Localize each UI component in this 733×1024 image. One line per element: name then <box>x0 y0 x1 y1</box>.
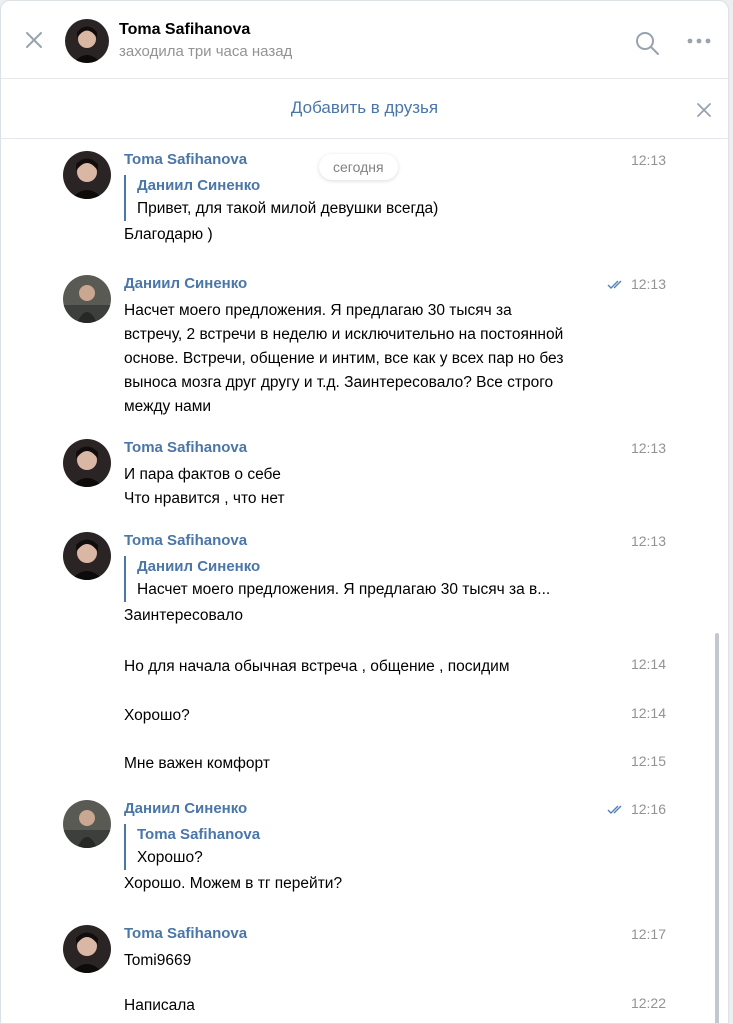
message-body: Даниил Синенко Привет, для такой милой д… <box>124 175 594 247</box>
author-name[interactable]: Даниил Синенко <box>124 800 247 817</box>
message-time: 12:13 <box>630 152 666 168</box>
message-time: 12:16 <box>607 801 666 818</box>
close-icon[interactable] <box>23 29 45 51</box>
chat-window: Toma Safihanova заходила три часа назад … <box>0 0 729 1024</box>
message-body: Даниил Синенко Насчет моего предложения.… <box>124 556 594 628</box>
message-text: Заинтересовало <box>124 607 244 624</box>
message-text: Написала <box>124 997 195 1014</box>
quote-author: Toma Safihanova <box>137 826 261 843</box>
message-time: 12:13 <box>630 440 666 456</box>
add-friend-button[interactable]: Добавить в друзья <box>1 98 728 118</box>
message-line: И пара фактов о себе <box>124 466 281 483</box>
author-avatar[interactable] <box>63 439 111 487</box>
message-text: Но для начала обычная встреча , общение … <box>124 658 510 675</box>
author-avatar[interactable] <box>63 532 111 580</box>
message-text: Насчет моего предложения. Я предлагаю 30… <box>124 302 564 415</box>
message-body: Насчет моего предложения. Я предлагаю 30… <box>124 299 564 419</box>
message-time: 12:14 <box>630 705 666 721</box>
more-icon[interactable] <box>685 34 713 48</box>
message-time: 12:17 <box>630 926 666 942</box>
contact-name[interactable]: Toma Safihanova <box>119 21 250 39</box>
message-text: Хорошо. Можем в тг перейти? <box>124 875 343 892</box>
chat-header: Toma Safihanova заходила три часа назад <box>1 1 728 79</box>
quote-text: Насчет моего предложения. Я предлагаю 30… <box>137 581 551 598</box>
message-text: Благодарю ) <box>124 226 213 243</box>
message-time-text: 12:13 <box>630 276 666 292</box>
quote-author: Даниил Синенко <box>137 558 261 575</box>
message-time: 12:22 <box>630 995 666 1011</box>
reply-quote[interactable]: Даниил Синенко Привет, для такой милой д… <box>124 175 594 221</box>
search-icon[interactable] <box>633 29 661 57</box>
author-avatar[interactable] <box>63 800 111 848</box>
message-text: Tomi9669 <box>124 952 192 969</box>
message-body: И пара фактов о себе Что нравится , что … <box>124 463 594 511</box>
author-name[interactable]: Даниил Синенко <box>124 275 247 292</box>
scrollbar[interactable] <box>715 633 719 1023</box>
contact-status: заходила три часа назад <box>119 43 293 60</box>
read-ticks-icon <box>607 802 627 818</box>
author-name[interactable]: Toma Safihanova <box>124 439 247 456</box>
message-time: 12:13 <box>607 276 666 293</box>
reply-quote[interactable]: Toma Safihanova Хорошо? <box>124 824 594 870</box>
contact-avatar[interactable] <box>65 19 109 63</box>
friend-request-bar: Добавить в друзья <box>1 79 728 139</box>
message-body: Tomi9669 <box>124 949 594 973</box>
author-name[interactable]: Toma Safihanova <box>124 151 247 168</box>
author-avatar[interactable] <box>63 151 111 199</box>
message-time: 12:14 <box>630 656 666 672</box>
author-avatar[interactable] <box>63 275 111 323</box>
author-name[interactable]: Toma Safihanova <box>124 925 247 942</box>
reply-quote[interactable]: Даниил Синенко Насчет моего предложения.… <box>124 556 594 602</box>
read-ticks-icon <box>607 277 627 293</box>
message-text: Хорошо? <box>124 707 190 724</box>
quote-text: Привет, для такой милой девушки всегда) <box>137 200 439 217</box>
message-time-text: 12:16 <box>630 801 666 817</box>
message-body: Toma Safihanova Хорошо? Хорошо. Можем в … <box>124 824 594 896</box>
message-time: 12:15 <box>630 753 666 769</box>
message-history: Toma Safihanova 12:13 Даниил Синенко При… <box>1 140 728 1023</box>
message-time: 12:13 <box>630 533 666 549</box>
author-name[interactable]: Toma Safihanova <box>124 532 247 549</box>
message-line: Что нравится , что нет <box>124 490 285 507</box>
quote-text: Хорошо? <box>137 849 203 866</box>
message-text: Мне важен комфорт <box>124 755 270 772</box>
author-avatar[interactable] <box>63 925 111 973</box>
close-icon[interactable] <box>695 101 713 119</box>
date-divider: сегодня <box>319 154 398 180</box>
